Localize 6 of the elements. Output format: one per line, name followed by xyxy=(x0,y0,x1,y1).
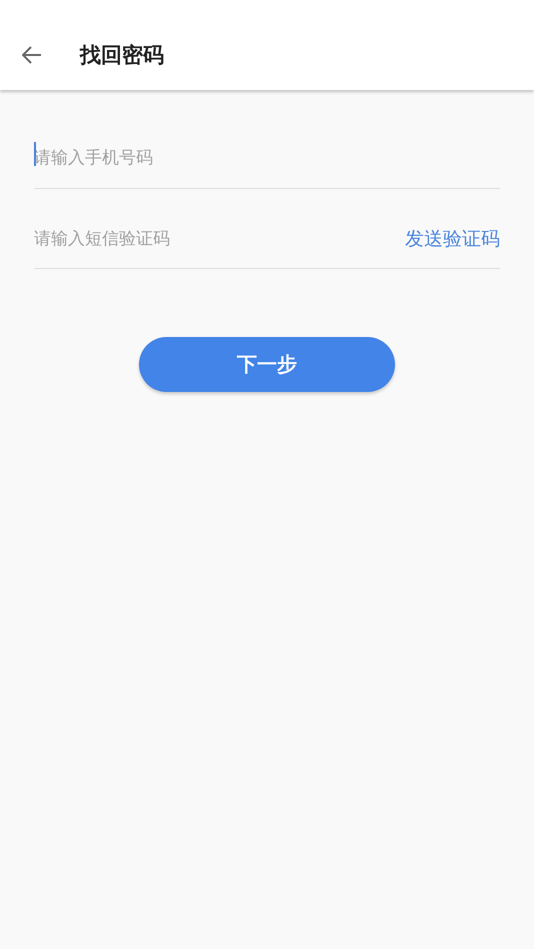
input-field[interactable]: 请输入短信验证码 xyxy=(34,224,405,254)
page-title: 找回密码 xyxy=(80,42,164,69)
back-arrow-icon[interactable] xyxy=(22,46,42,64)
send-code-link[interactable]: 发送验证码 xyxy=(405,226,500,252)
input-field[interactable]: 请输入手机号码 xyxy=(34,143,500,173)
next-button[interactable]: 下一步 xyxy=(139,337,395,392)
